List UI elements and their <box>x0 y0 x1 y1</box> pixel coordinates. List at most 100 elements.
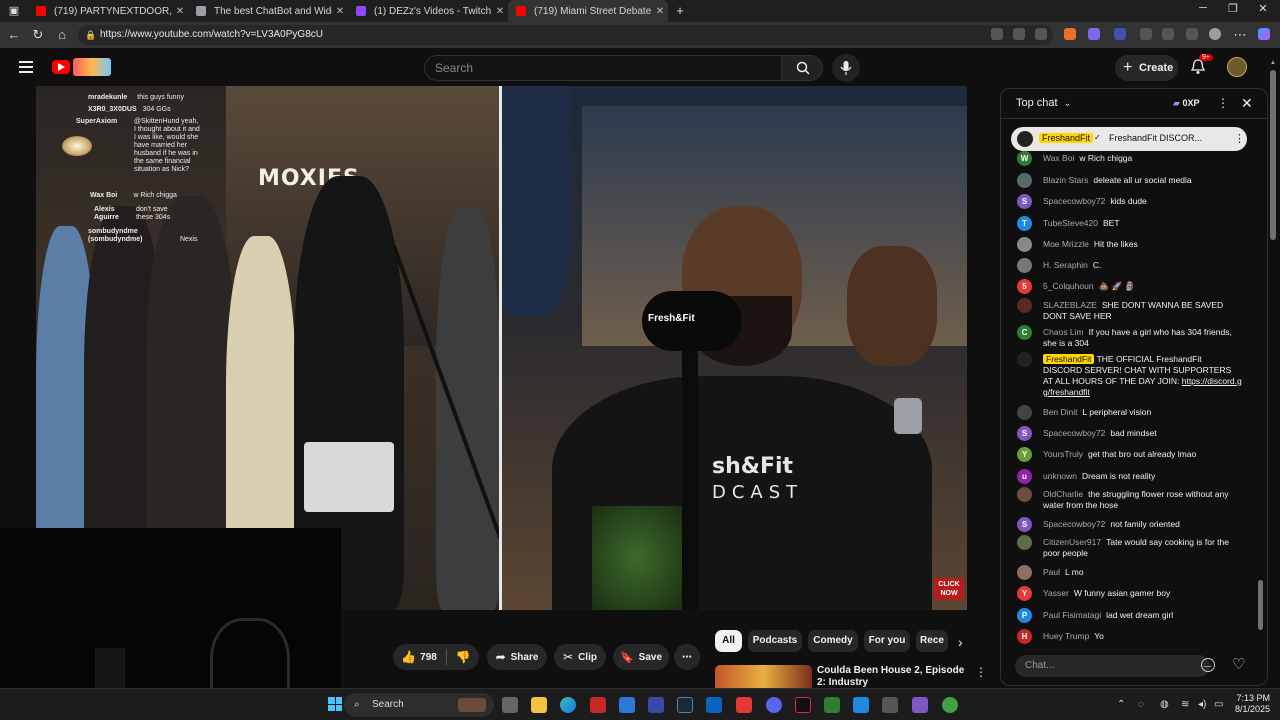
chat-author[interactable]: 5_Colquhoun <box>1043 281 1094 291</box>
avatar[interactable]: u <box>1017 469 1032 484</box>
chat-author[interactable]: Moe Mrizzle <box>1043 239 1089 249</box>
share-button[interactable]: ➦ Share <box>487 644 547 670</box>
tab-actions-icon[interactable]: ▣ <box>6 3 22 19</box>
avatar[interactable] <box>1017 237 1032 252</box>
chat-author[interactable]: Wax Boi <box>1043 153 1074 163</box>
avatar[interactable] <box>1017 487 1032 502</box>
chat-author[interactable]: Paul Fisimatagi <box>1043 610 1101 620</box>
extension-icon[interactable] <box>1088 28 1100 40</box>
profile-avatar[interactable] <box>1209 28 1221 40</box>
chat-mode-dropdown[interactable]: Top chat ⌄ <box>1016 97 1071 109</box>
heart-button[interactable]: ♡ <box>1232 655 1245 673</box>
xp-badge[interactable]: ▰ 0XP <box>1173 98 1199 109</box>
avatar[interactable] <box>1017 565 1032 580</box>
start-button[interactable] <box>328 697 342 711</box>
browser-tab-active[interactable]: (719) Miami Street Debate ✕ <box>508 0 668 22</box>
chat-scroll-thumb[interactable] <box>1258 580 1263 630</box>
refresh-icon[interactable]: ↻ <box>30 27 46 43</box>
save-button[interactable]: 🔖 Save <box>613 644 669 670</box>
chat-author[interactable]: unknown <box>1043 471 1077 481</box>
chat-author[interactable]: Yasser <box>1043 588 1069 598</box>
notifications-button[interactable]: 9+ <box>1190 54 1213 77</box>
app-icon[interactable] <box>942 697 958 713</box>
chat-author[interactable]: Ben Dinit <box>1043 407 1078 417</box>
browser-tab[interactable]: The best ChatBot and Widgets fo ✕ <box>188 0 348 22</box>
chat-author[interactable]: Spacecowboy72 <box>1043 519 1105 529</box>
browser-tab[interactable]: (719) PARTYNEXTDOOR, Drake, P ✕ <box>28 0 188 22</box>
discord-icon[interactable] <box>766 697 782 713</box>
tray-chevron-icon[interactable]: ⌃ <box>1117 699 1125 710</box>
more-actions-button[interactable]: ⋯ <box>674 644 700 670</box>
tray-app-icon[interactable]: ◌ <box>1138 699 1144 710</box>
app-icon[interactable] <box>882 697 898 713</box>
avatar[interactable] <box>1017 298 1032 313</box>
read-aloud-icon[interactable] <box>991 28 1003 40</box>
chip-comedy[interactable]: Comedy <box>808 630 858 652</box>
tray-app-icon[interactable]: ◍ <box>1160 699 1169 710</box>
extensions-puzzle-icon[interactable] <box>1140 28 1152 40</box>
taskbar-search[interactable]: ⌕ Search <box>344 693 494 717</box>
home-icon[interactable]: ⌂ <box>54 27 70 43</box>
back-icon[interactable]: ← <box>6 27 22 43</box>
extension-icon[interactable] <box>1064 28 1076 40</box>
chat-author[interactable]: H. Seraphin <box>1043 260 1088 270</box>
avatar[interactable] <box>1017 405 1032 420</box>
chip-all[interactable]: All <box>715 630 742 652</box>
youtube-icon[interactable] <box>736 697 752 713</box>
close-chat-icon[interactable]: ✕ <box>1241 95 1253 112</box>
avatar[interactable]: P <box>1017 608 1032 623</box>
menu-icon[interactable] <box>19 61 33 73</box>
task-view-icon[interactable] <box>502 697 518 713</box>
dislike-button[interactable]: 👎 <box>456 650 471 664</box>
minimize-icon[interactable]: ─ <box>1188 2 1218 14</box>
scroll-up-arrow[interactable]: ▲ <box>1270 60 1276 66</box>
address-bar[interactable]: 🔒 https://www.youtube.com/watch?v=LV3A0P… <box>78 25 1053 45</box>
chat-author[interactable]: Spacecowboy72 <box>1043 196 1105 206</box>
chat-author[interactable]: Blazin Stars <box>1043 175 1088 185</box>
avatar[interactable] <box>1017 173 1032 188</box>
new-tab-icon[interactable]: + <box>672 3 688 19</box>
chat-author[interactable]: SLAZEBLAZE <box>1043 300 1097 310</box>
avatar[interactable]: C <box>1017 325 1032 340</box>
avatar[interactable] <box>1017 352 1032 367</box>
wifi-icon[interactable]: ≋ <box>1181 699 1189 710</box>
chat-input[interactable]: Chat... <box>1015 655 1210 677</box>
close-window-icon[interactable]: ✕ <box>1248 2 1278 15</box>
close-tab-icon[interactable]: ✕ <box>652 6 668 17</box>
favorites-icon[interactable] <box>1162 28 1174 40</box>
emoji-button[interactable]: ‿ <box>1201 657 1215 672</box>
app-icon[interactable] <box>912 697 928 713</box>
search-button[interactable] <box>781 55 823 81</box>
avatar[interactable]: Y <box>1017 447 1032 462</box>
volume-icon[interactable]: ◂) <box>1198 699 1206 710</box>
recommended-video[interactable]: Coulda Been House 2, Episode 2: Industry… <box>715 663 987 688</box>
pinned-options-icon[interactable]: ⋮ <box>1234 132 1245 145</box>
apps-icon[interactable] <box>1013 28 1025 40</box>
favorite-star-icon[interactable] <box>1035 28 1047 40</box>
avatar[interactable]: S <box>1017 426 1032 441</box>
chat-author[interactable]: Paul <box>1043 567 1060 577</box>
voice-search-button[interactable] <box>832 54 860 82</box>
page-scrollbar[interactable]: ▲ <box>1258 60 1278 686</box>
close-tab-icon[interactable]: ✕ <box>172 6 188 17</box>
app-icon[interactable] <box>648 697 664 713</box>
chat-author[interactable]: YoursTruly <box>1043 449 1083 459</box>
app-icon[interactable] <box>619 697 635 713</box>
avatar[interactable]: 5 <box>1017 279 1032 294</box>
app-icon[interactable] <box>590 697 606 713</box>
copilot-icon[interactable] <box>1258 28 1270 40</box>
youtube-logo[interactable] <box>52 60 70 74</box>
app-icon[interactable] <box>824 697 840 713</box>
outlook-icon[interactable] <box>706 697 722 713</box>
recommended-menu-icon[interactable]: ⋮ <box>975 665 987 679</box>
clip-button[interactable]: ✂ Clip <box>554 644 606 670</box>
collections-icon[interactable] <box>1186 28 1198 40</box>
edge-icon[interactable] <box>560 697 576 713</box>
avatar[interactable] <box>1017 535 1032 550</box>
more-menu-icon[interactable]: ⋯ <box>1232 27 1248 43</box>
like-button[interactable]: 👍 798 <box>401 650 437 664</box>
app-icon[interactable] <box>853 697 869 713</box>
chat-author[interactable]: Chaos Lim <box>1043 327 1084 337</box>
clock[interactable]: 7:13 PM 8/1/2025 <box>1228 693 1270 715</box>
avatar[interactable]: S <box>1017 517 1032 532</box>
